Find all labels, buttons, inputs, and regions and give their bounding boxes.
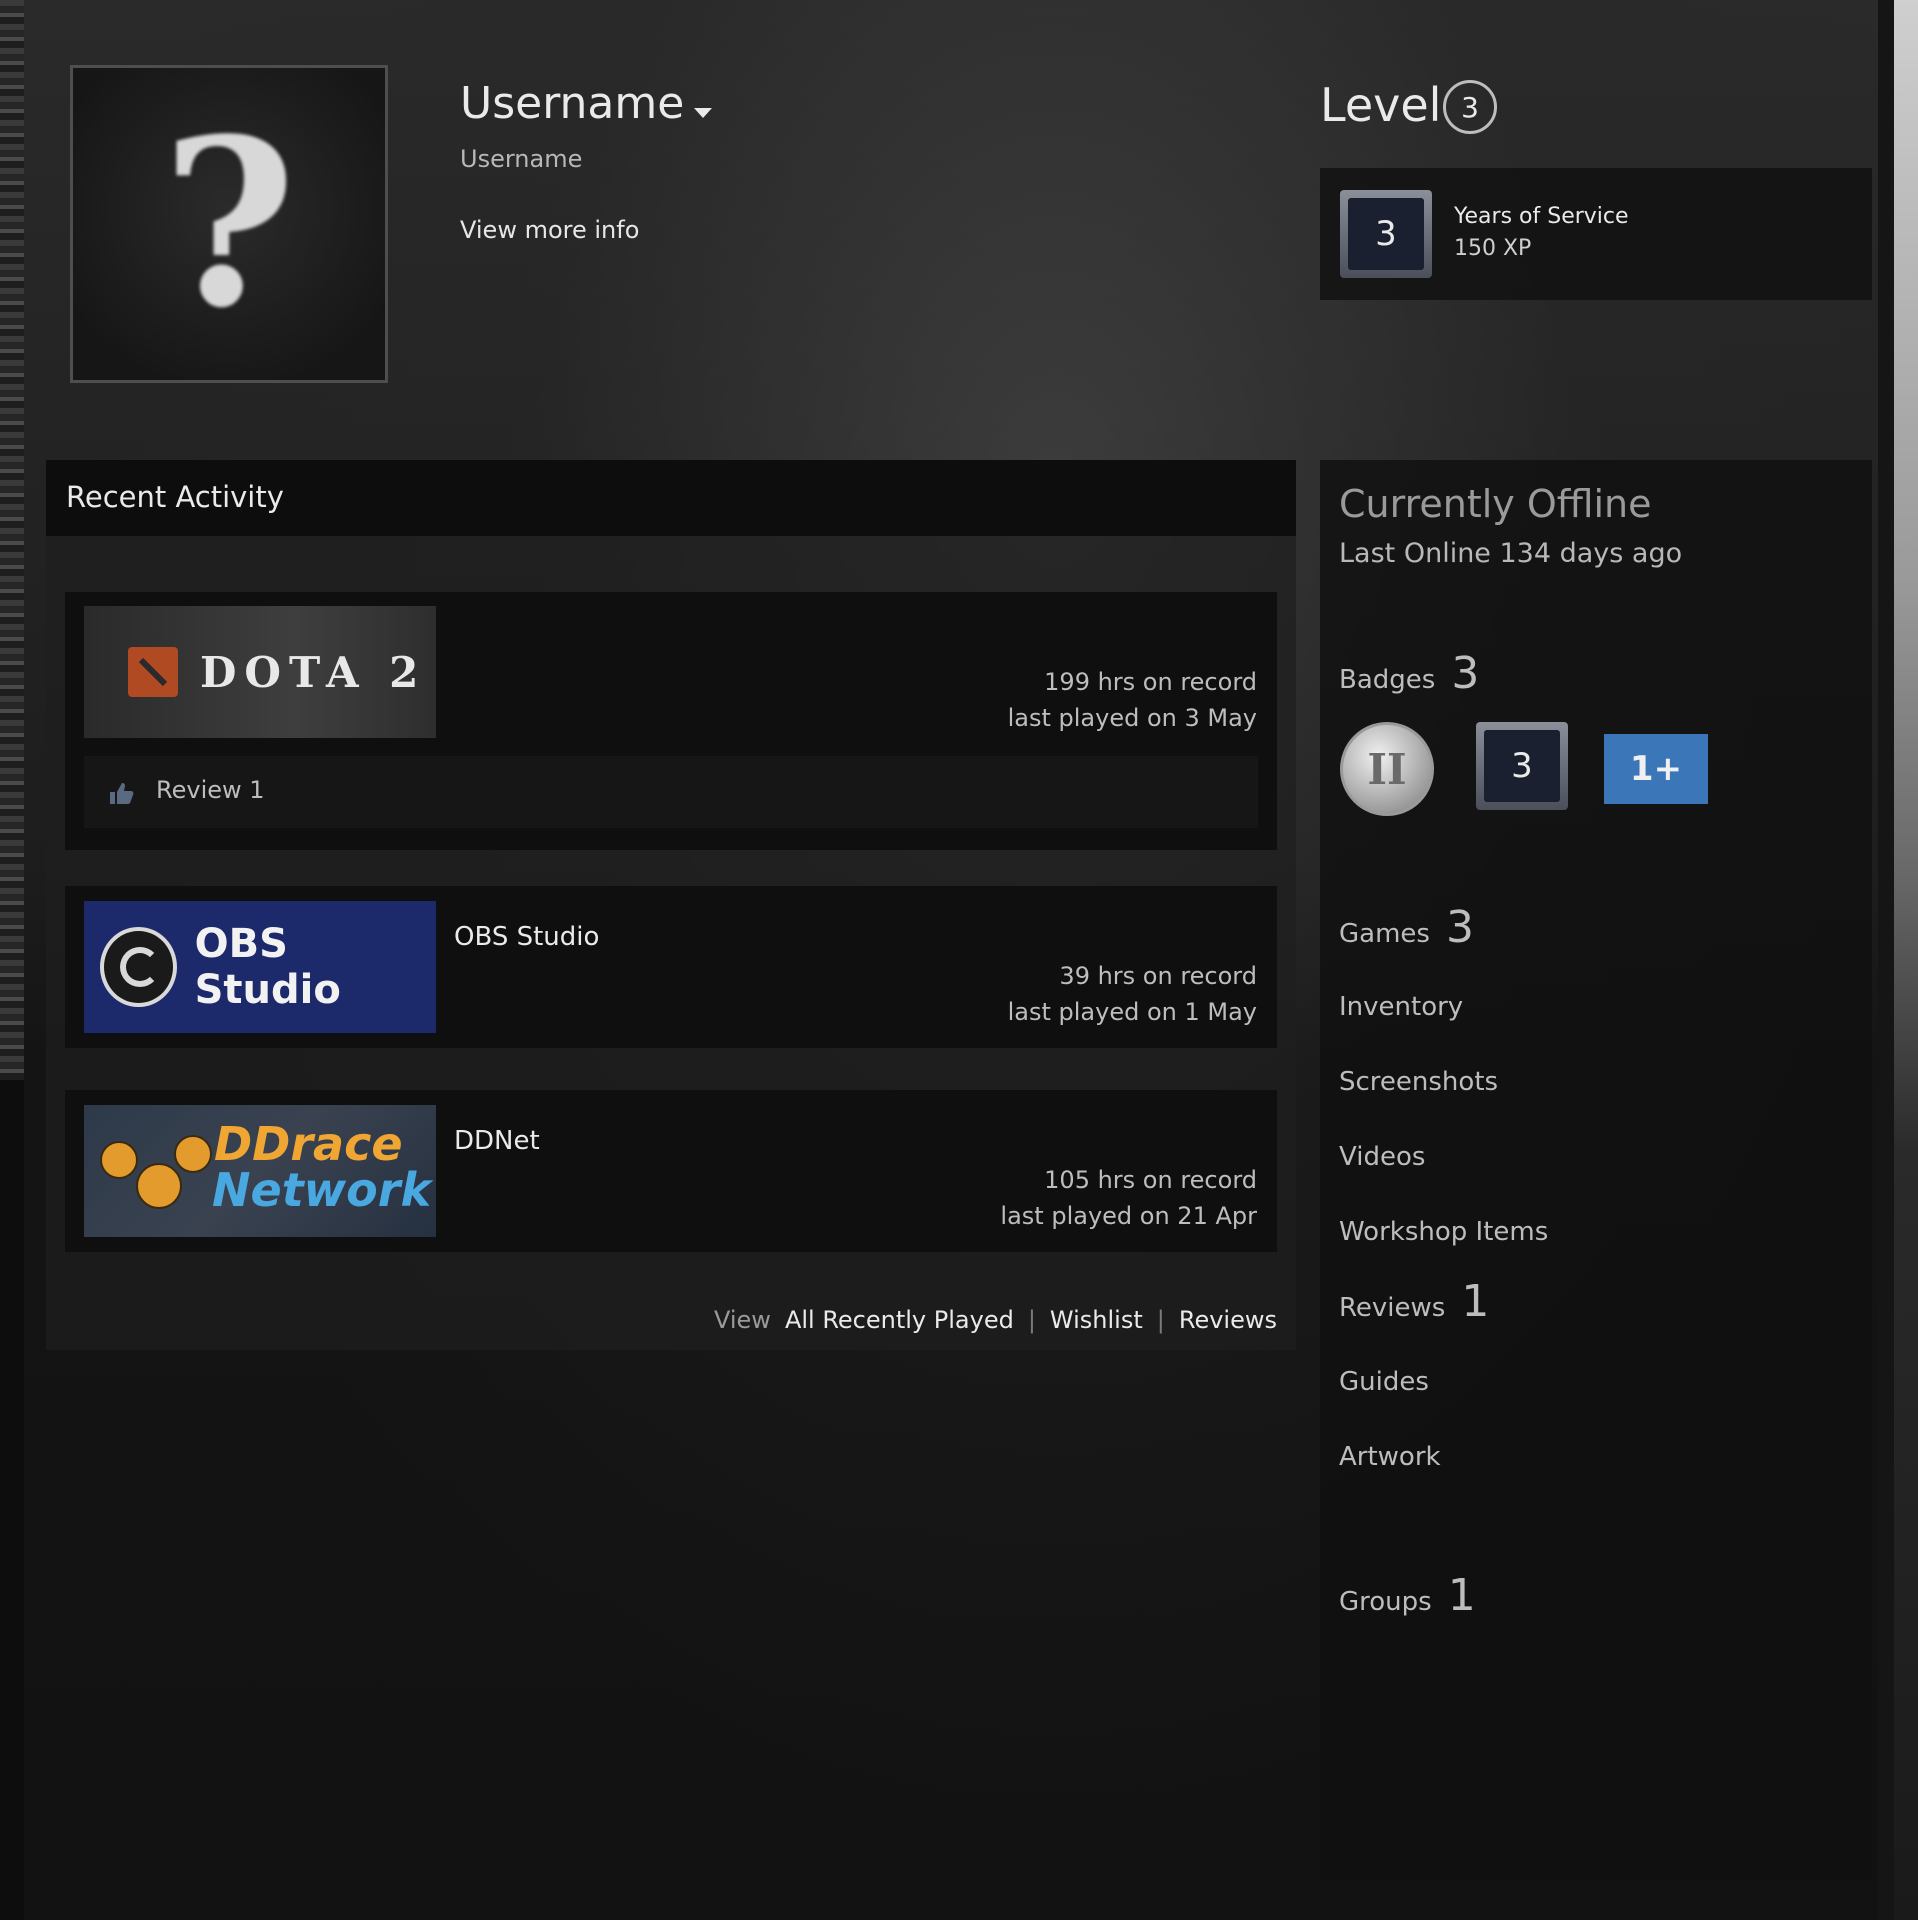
game-last-played: last played on 1 May bbox=[1007, 998, 1257, 1026]
view-more-info-link[interactable]: View more info bbox=[460, 216, 639, 244]
games-count: 3 bbox=[1445, 902, 1474, 953]
all-recently-played-link[interactable]: All Recently Played bbox=[785, 1306, 1014, 1334]
artwork-link[interactable]: Artwork bbox=[1339, 1442, 1441, 1472]
avatar[interactable]: ? bbox=[70, 65, 388, 383]
game-name[interactable]: DDNet bbox=[454, 1126, 540, 1156]
badge-icon-number: 3 bbox=[1348, 198, 1424, 270]
avatar-placeholder-icon: ? bbox=[161, 89, 297, 359]
last-online: Last Online 134 days ago bbox=[1339, 538, 1683, 569]
caret-down-icon bbox=[694, 107, 713, 118]
favorite-badge[interactable]: 3 Years of Service 150 XP bbox=[1320, 168, 1872, 300]
game-name[interactable]: OBS Studio bbox=[454, 922, 599, 952]
game-last-played: last played on 3 May bbox=[1007, 704, 1257, 732]
tee-icon bbox=[100, 1141, 138, 1179]
reviews-count: 1 bbox=[1461, 1276, 1490, 1327]
reviews-section-link[interactable]: Reviews 1 bbox=[1339, 1276, 1489, 1327]
recent-activity-header: Recent Activity bbox=[46, 460, 1296, 536]
background-edge-left bbox=[0, 0, 24, 1080]
years-of-service-badge-icon: 3 bbox=[1340, 190, 1432, 278]
review-label: Review 1 bbox=[156, 776, 265, 804]
game-capsule-text: Network bbox=[212, 1163, 432, 1217]
recent-activity-panel: Recent Activity DOTA 2 199 hrs on record… bbox=[46, 460, 1296, 1350]
years-of-service-badge-icon[interactable]: 3 bbox=[1476, 722, 1568, 810]
badge-glyph: 3 bbox=[1484, 730, 1560, 802]
game-hours: 105 hrs on record bbox=[1044, 1166, 1257, 1194]
games-link[interactable]: Games 3 bbox=[1339, 902, 1474, 953]
persona-name-dropdown[interactable]: Username bbox=[460, 78, 713, 129]
screenshots-link[interactable]: Screenshots bbox=[1339, 1067, 1498, 1097]
profile-sidebar: Currently Offline Last Online 134 days a… bbox=[1320, 460, 1872, 1880]
game-card-obs: OBS Studio OBS Studio 39 hrs on record l… bbox=[65, 886, 1277, 1048]
guides-link[interactable]: Guides bbox=[1339, 1367, 1429, 1397]
view-label: View bbox=[713, 1306, 771, 1334]
game-hours: 39 hrs on record bbox=[1059, 962, 1257, 990]
review-row[interactable]: Review 1 bbox=[84, 756, 1258, 828]
recent-activity-title: Recent Activity bbox=[66, 480, 284, 514]
wishlist-link[interactable]: Wishlist bbox=[1050, 1306, 1143, 1334]
separator: | bbox=[1156, 1306, 1165, 1334]
badges-link[interactable]: Badges 3 bbox=[1339, 648, 1479, 699]
tee-icon bbox=[136, 1163, 182, 1209]
real-name: Username bbox=[460, 145, 583, 173]
coin-badge-icon[interactable]: II bbox=[1340, 722, 1434, 816]
profile-page: ? Username Username View more info Level… bbox=[0, 0, 1918, 1920]
game-hours: 199 hrs on record bbox=[1044, 668, 1257, 696]
online-status: Currently Offline bbox=[1339, 482, 1652, 526]
game-capsule-obs[interactable]: OBS Studio bbox=[84, 901, 436, 1033]
games-label: Games bbox=[1339, 919, 1430, 949]
videos-link[interactable]: Videos bbox=[1339, 1142, 1425, 1172]
groups-label: Groups bbox=[1339, 1587, 1432, 1617]
reviews-label: Reviews bbox=[1339, 1293, 1446, 1323]
game-card-dota2: DOTA 2 199 hrs on record last played on … bbox=[65, 592, 1277, 850]
badge-glyph: 1+ bbox=[1629, 749, 1683, 789]
favorite-badge-name: Years of Service bbox=[1454, 204, 1629, 229]
game-capsule-dota2[interactable]: DOTA 2 bbox=[84, 606, 436, 738]
groups-link[interactable]: Groups 1 bbox=[1339, 1570, 1476, 1621]
level-label: Level bbox=[1320, 78, 1442, 132]
thumbs-up-icon bbox=[110, 783, 134, 804]
view-links: View All Recently Played | Wishlist | Re… bbox=[714, 1306, 1277, 1334]
reviews-link[interactable]: Reviews bbox=[1179, 1306, 1277, 1334]
reviewer-badge-icon[interactable]: 1+ bbox=[1604, 734, 1708, 804]
favorite-badge-xp: 150 XP bbox=[1454, 236, 1532, 261]
scrollbar[interactable] bbox=[1894, 0, 1918, 1920]
background-edge-right-strip bbox=[1878, 0, 1894, 1920]
badges-label: Badges bbox=[1339, 665, 1436, 695]
groups-count: 1 bbox=[1447, 1570, 1476, 1621]
persona-name: Username bbox=[460, 78, 685, 129]
game-card-ddnet: DDrace Network DDNet 105 hrs on record l… bbox=[65, 1090, 1277, 1252]
tee-icon bbox=[174, 1135, 212, 1173]
separator: | bbox=[1027, 1306, 1036, 1334]
dota-logo-icon bbox=[128, 647, 178, 697]
badges-count: 3 bbox=[1451, 648, 1480, 699]
workshop-items-link[interactable]: Workshop Items bbox=[1339, 1217, 1548, 1247]
badge-glyph: II bbox=[1367, 744, 1407, 794]
game-capsule-ddnet[interactable]: DDrace Network bbox=[84, 1105, 436, 1237]
background-edge-left-lower bbox=[0, 1080, 24, 1920]
level-badge: 3 bbox=[1443, 80, 1497, 134]
obs-logo-icon bbox=[100, 927, 177, 1007]
game-capsule-text: OBS Studio bbox=[194, 921, 341, 1013]
inventory-link[interactable]: Inventory bbox=[1339, 992, 1463, 1022]
game-capsule-text: DOTA 2 bbox=[200, 647, 427, 697]
game-last-played: last played on 21 Apr bbox=[1000, 1202, 1257, 1230]
